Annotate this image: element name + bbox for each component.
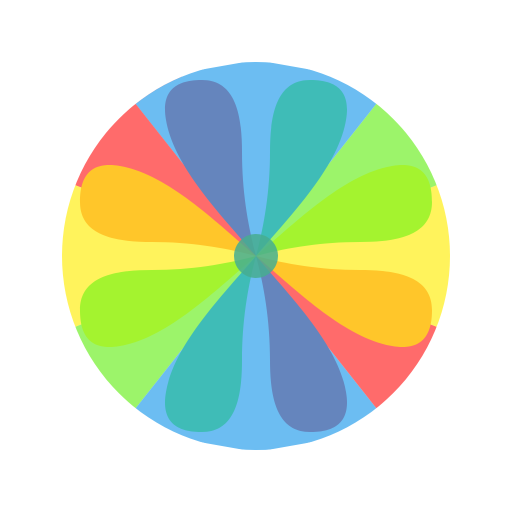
center-disc	[234, 234, 278, 278]
icon-canvas	[0, 0, 512, 512]
colorful-flower-petals-icon	[62, 62, 450, 450]
